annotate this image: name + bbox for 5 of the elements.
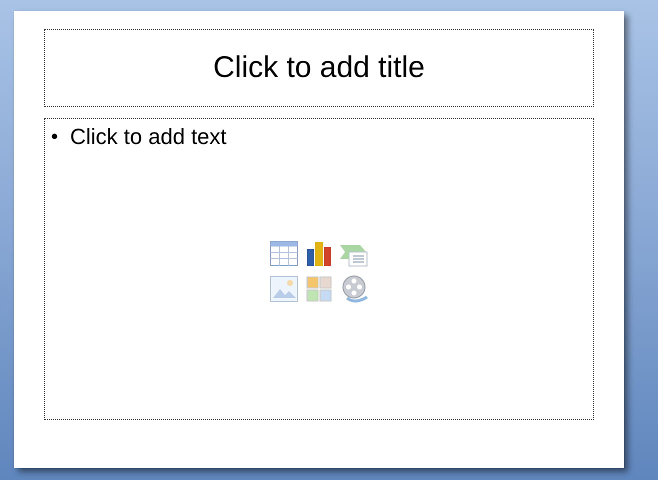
text-prompt: Click to add text <box>70 123 227 151</box>
title-placeholder[interactable]: Click to add title <box>44 29 594 107</box>
content-placeholder[interactable]: • Click to add text <box>44 118 594 420</box>
title-prompt: Click to add title <box>213 53 425 83</box>
bullet: • <box>51 125 58 150</box>
